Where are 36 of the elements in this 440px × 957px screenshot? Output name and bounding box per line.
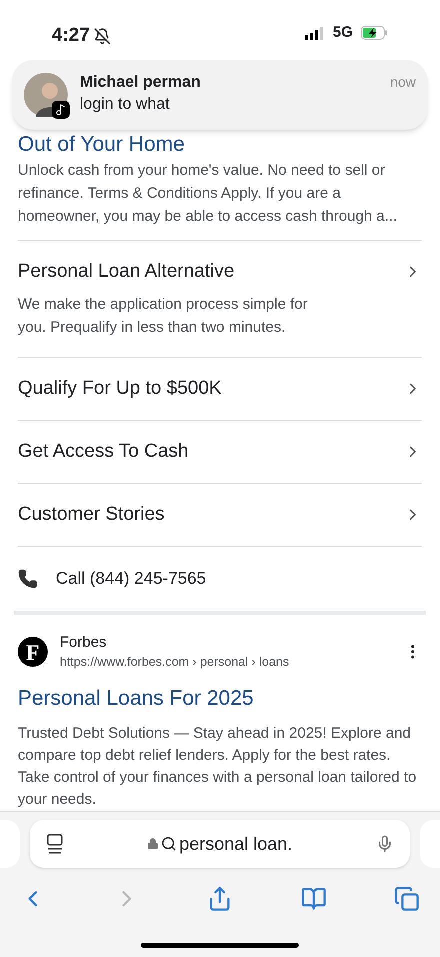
sitelink-title: Get Access To Cash [18, 440, 190, 464]
notification-sender: Michael perman [80, 73, 202, 93]
result-description: Trusted Debt Solutions — Stay ahead in 2025! Explore and compare top debt relief lenders. Apply for the best rates. Take control of your finances with a personal loan tailored to your needs. [18, 724, 418, 810]
sitelink-title: Personal Loan Alternative [18, 260, 236, 284]
sitelink-row[interactable]: Get Access To Cash [18, 421, 422, 484]
sitelink-description: We make the application process simple for you. Prequalify in less than two minutes. [18, 295, 309, 338]
network-label: 5G [332, 23, 353, 43]
music-note-icon [52, 101, 70, 119]
book-icon [300, 886, 326, 912]
page-menu-icon [46, 834, 64, 854]
sitelink-title: Customer Stories [18, 503, 166, 527]
sitelink-row[interactable]: Customer Stories [18, 484, 422, 547]
tabs-icon [394, 886, 420, 912]
call-link[interactable]: Call (844) 245-7565 [18, 547, 422, 611]
ad-title-link[interactable]: Out of Your Home [18, 131, 185, 159]
site-name: Forbes [60, 633, 108, 653]
site-url: https://www.forbes.com › personal › loans [60, 654, 290, 671]
ad-description: Unlock cash from your home's value. No need to sell or refinance. Terms & Conditions Apply. If you are a homeowner, you may be able to access cash through a... [18, 159, 422, 241]
signal-icon [304, 26, 325, 40]
battery-charging-icon [361, 26, 388, 40]
sitelink-row[interactable]: Qualify For Up to $500K [18, 358, 422, 421]
search-icon [161, 836, 178, 852]
sitelink-row[interactable]: Personal Loan Alternative We make the application process simple for you. Prequalify in less than two minutes. [18, 241, 422, 358]
address-text: personal loan. [179, 832, 293, 856]
notification-message: login to what [80, 95, 171, 115]
notification-time: now [390, 73, 416, 92]
lock-icon [147, 838, 160, 850]
microphone-icon[interactable] [376, 835, 394, 853]
bell-off-icon [94, 28, 112, 45]
site-logo: F [18, 637, 48, 667]
phone-icon [18, 569, 38, 589]
sitelink-title: Qualify For Up to $500K [18, 377, 223, 401]
notification-banner[interactable]: Michael perman login to what now [12, 60, 428, 130]
address-field[interactable]: personal loan. [30, 820, 410, 868]
result-title-link[interactable]: Personal Loans For 2025 [18, 685, 422, 713]
status-time: 4:27 [52, 24, 90, 48]
